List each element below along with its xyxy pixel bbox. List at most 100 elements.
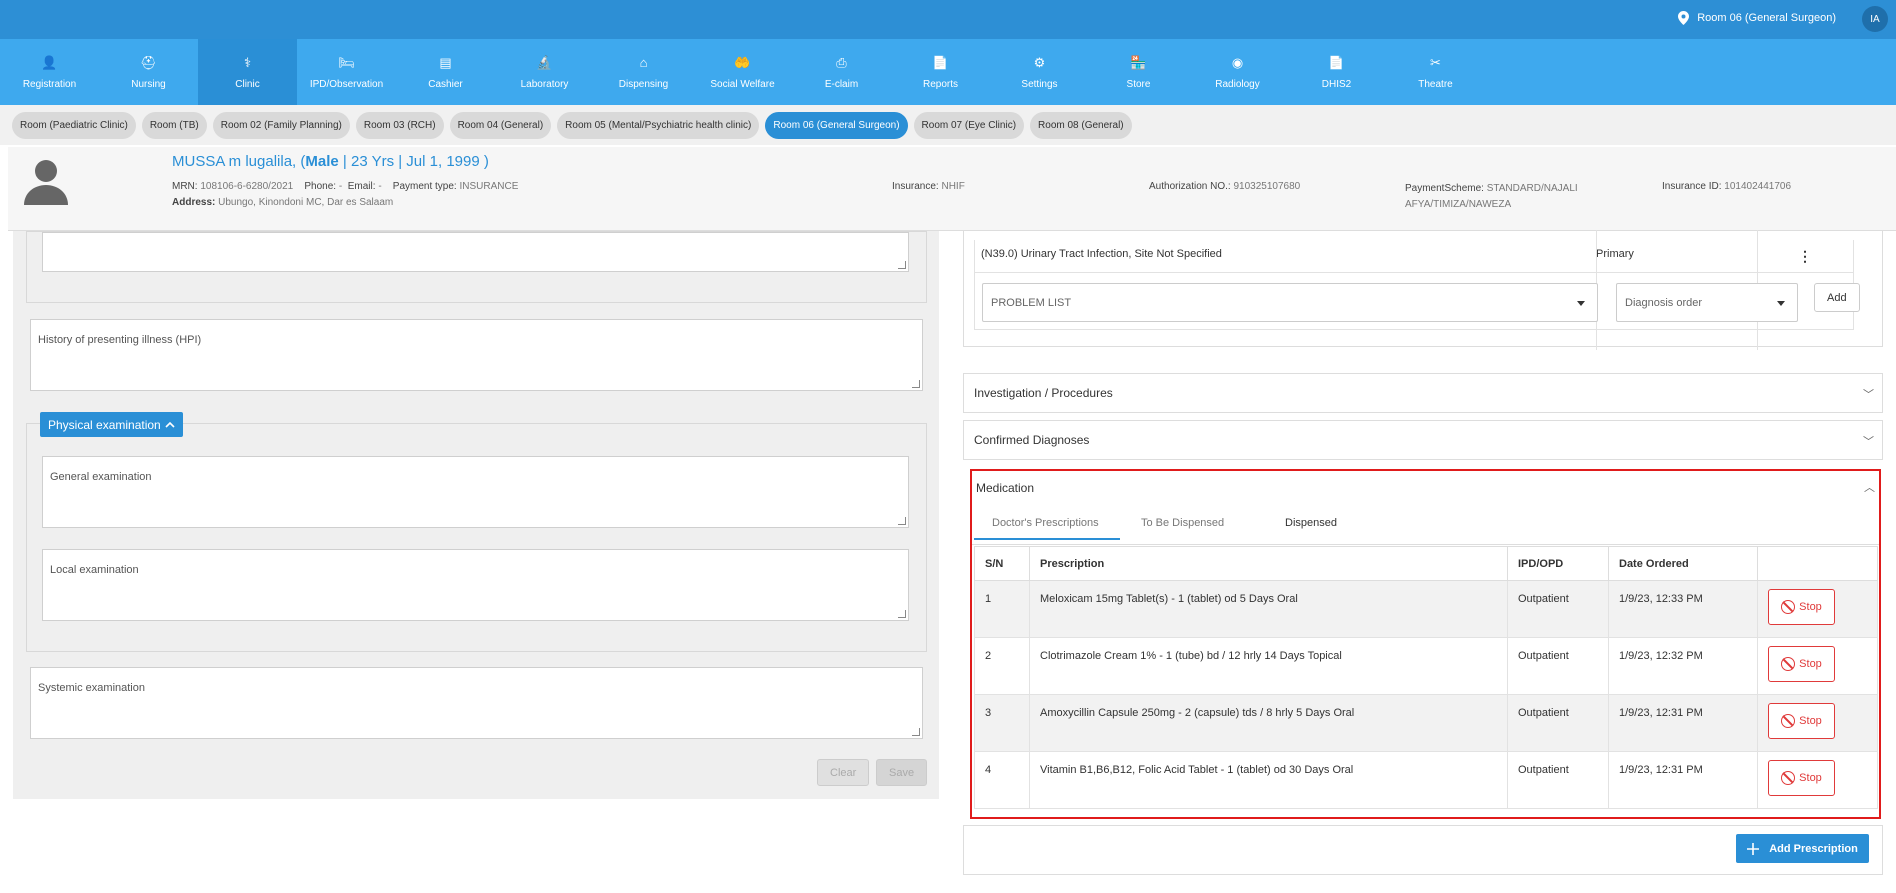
stop-button[interactable]: Stop: [1768, 589, 1835, 625]
physical-exam-toggle[interactable]: Physical examination: [40, 412, 183, 437]
tab-to-be-dispensed[interactable]: To Be Dispensed: [1141, 517, 1224, 529]
payment-type-value: INSURANCE: [459, 181, 519, 192]
cell-type: Outpatient: [1507, 637, 1609, 695]
stop-button[interactable]: Stop: [1768, 703, 1835, 739]
nav-item-reports[interactable]: 📄 Reports: [891, 39, 990, 105]
block-icon: [1781, 600, 1796, 614]
previous-notes-textarea[interactable]: [42, 232, 909, 272]
nav-item-registration[interactable]: 👤 Registration: [0, 39, 99, 105]
microscope-icon: 🔬: [536, 54, 553, 70]
room-chip[interactable]: Room 03 (RCH): [355, 111, 444, 139]
room-chip[interactable]: Room 06 (General Surgeon): [765, 111, 908, 139]
insurance-id-info: Insurance ID: 101402441706: [1662, 181, 1792, 192]
cell-type: Outpatient: [1507, 580, 1609, 638]
systemic-exam-textarea[interactable]: Systemic examination: [30, 667, 923, 739]
save-button[interactable]: Save: [876, 759, 928, 786]
room-chip[interactable]: Room (TB): [141, 111, 207, 139]
nav-item-nursing[interactable]: ⛑ Nursing: [99, 39, 198, 105]
nav-item-label: Store: [1126, 78, 1151, 90]
add-diagnosis-button[interactable]: Add: [1814, 283, 1860, 312]
nav-item-e-claim[interactable]: ⎙ E-claim: [792, 39, 891, 105]
prescriptions-table: S/N Prescription IPD/OPD Date Ordered 1M…: [974, 546, 1878, 809]
room-selector: Room (Paediatric Clinic) Room (TB) Room 02…: [0, 105, 1896, 145]
nav-item-label: Dispensing: [618, 78, 669, 90]
report-icon: 📄: [932, 54, 949, 70]
cell-rx: Meloxicam 15mg Tablet(s) - 1 (tablet) od…: [1029, 580, 1508, 638]
nav-item-label: Radiology: [1215, 78, 1260, 90]
cell-date: 1/9/23, 12:31 PM: [1608, 694, 1758, 752]
nav-item-laboratory[interactable]: 🔬 Laboratory: [495, 39, 594, 105]
user-avatar[interactable]: IA: [1862, 6, 1888, 32]
room-chip[interactable]: Room 04 (General): [449, 111, 552, 139]
nav-item-settings[interactable]: ⚙ Settings: [990, 39, 1089, 105]
nav-item-ipd-observation[interactable]: 🛏 IPD/Observation: [297, 39, 396, 105]
top-bar: Room 06 (General Surgeon) IA: [0, 0, 1896, 39]
patient-header: MUSSA m lugalila, (Male | 23 Yrs | Jul 1…: [8, 147, 1896, 231]
nav-item-theatre[interactable]: ✂ Theatre: [1386, 39, 1485, 105]
stop-button[interactable]: Stop: [1768, 760, 1835, 796]
printer-icon: ⎙: [836, 54, 847, 70]
nav-item-radiology[interactable]: ◉ Radiology: [1188, 39, 1287, 105]
cell-date: 1/9/23, 12:31 PM: [1608, 751, 1758, 809]
current-room[interactable]: Room 06 (General Surgeon): [1678, 11, 1836, 25]
patient-avatar-icon: [24, 160, 68, 205]
hands-icon: 🤲: [734, 54, 751, 70]
cell-sn: 2: [974, 637, 1030, 695]
diagnosis-order-select[interactable]: Diagnosis order: [1616, 283, 1798, 322]
nav-item-label: Nursing: [131, 78, 166, 90]
location-pin-icon: [1678, 11, 1690, 25]
nav-item-label: IPD/Observation: [309, 78, 384, 90]
clear-button[interactable]: Clear: [817, 759, 870, 786]
cell-action: Stop: [1757, 694, 1878, 752]
nav-item-label: Reports: [922, 78, 958, 90]
nav-item-cashier[interactable]: ▤ Cashier: [396, 39, 495, 105]
problem-list-select[interactable]: PROBLEM LIST: [982, 283, 1598, 322]
diagnosis-section: (N39.0) Urinary Tract Infection, Site No…: [963, 230, 1883, 350]
pharmacy-icon: ⌂: [639, 55, 648, 70]
confirmed-diagnoses-section[interactable]: Confirmed Diagnoses ﹀: [963, 420, 1883, 460]
cell-rx: Amoxycillin Capsule 250mg - 2 (capsule) …: [1029, 694, 1508, 752]
cell-action: Stop: [1757, 751, 1878, 809]
room-chip[interactable]: Room 07 (Eye Clinic): [913, 111, 1025, 139]
room-chip[interactable]: Room 05 (Mental/Psychiatric health clini…: [557, 111, 760, 139]
col-prescription: Prescription: [1029, 546, 1508, 581]
stop-button[interactable]: Stop: [1768, 646, 1835, 682]
add-prescription-button[interactable]: Add Prescription: [1736, 834, 1869, 863]
tab-dispensed[interactable]: Dispensed: [1285, 517, 1337, 529]
tab-doctors-prescriptions[interactable]: Doctor's Prescriptions: [992, 517, 1099, 529]
insurance-info: Insurance: NHIF: [892, 181, 965, 192]
active-tab-indicator: [974, 538, 1120, 540]
more-vert-icon[interactable]: ⋮: [1798, 248, 1812, 265]
user-add-icon: 👤: [41, 54, 58, 70]
table-row: 4 Vitamin B1,B6,B12, Folic Acid Tablet - …: [974, 751, 1878, 809]
hpi-textarea[interactable]: History of presenting illness (HPI): [30, 319, 923, 391]
room-chip[interactable]: Room 08 (General): [1030, 111, 1132, 139]
investigation-section[interactable]: Investigation / Procedures ﹀: [963, 373, 1883, 413]
chevron-down-icon: ﹀: [1863, 389, 1874, 401]
cell-date: 1/9/23, 12:33 PM: [1608, 580, 1758, 638]
nav-item-label: Cashier: [428, 78, 463, 90]
cell-type: Outpatient: [1507, 694, 1609, 752]
nav-item-dispensing[interactable]: ⌂ Dispensing: [594, 39, 693, 105]
diagnosis-order-value: Primary: [1596, 248, 1634, 260]
col-sn: S/N: [974, 546, 1030, 581]
block-icon: [1781, 657, 1796, 671]
nav-item-social-welfare[interactable]: 🤲 Social Welfare: [693, 39, 792, 105]
block-icon: [1781, 771, 1796, 785]
caret-down-icon: [1577, 300, 1585, 306]
room-chip[interactable]: Room (Paediatric Clinic): [12, 111, 136, 139]
general-exam-textarea[interactable]: General examination: [42, 456, 909, 528]
patient-age-dob: | 23 Yrs | Jul 1, 1999 ): [338, 153, 489, 170]
diagnosis-row: (N39.0) Urinary Tract Infection, Site No…: [974, 230, 1854, 350]
bed-icon: 🛏: [338, 54, 355, 70]
nav-item-label: E-claim: [824, 78, 859, 90]
room-chip[interactable]: Room 02 (Family Planning): [212, 111, 350, 139]
patient-name: MUSSA m lugalila, (Male | 23 Yrs | Jul 1…: [172, 153, 489, 170]
local-exam-textarea[interactable]: Local examination: [42, 549, 909, 621]
cell-action: Stop: [1757, 580, 1878, 638]
chevron-up-icon[interactable]: ︿: [1864, 479, 1875, 495]
nav-item-dhis2[interactable]: 📄 DHIS2: [1287, 39, 1386, 105]
nav-item-store[interactable]: 🏪 Store: [1089, 39, 1188, 105]
chevron-down-icon: ﹀: [1863, 436, 1874, 448]
nav-item-clinic[interactable]: ⚕ Clinic: [198, 39, 297, 105]
